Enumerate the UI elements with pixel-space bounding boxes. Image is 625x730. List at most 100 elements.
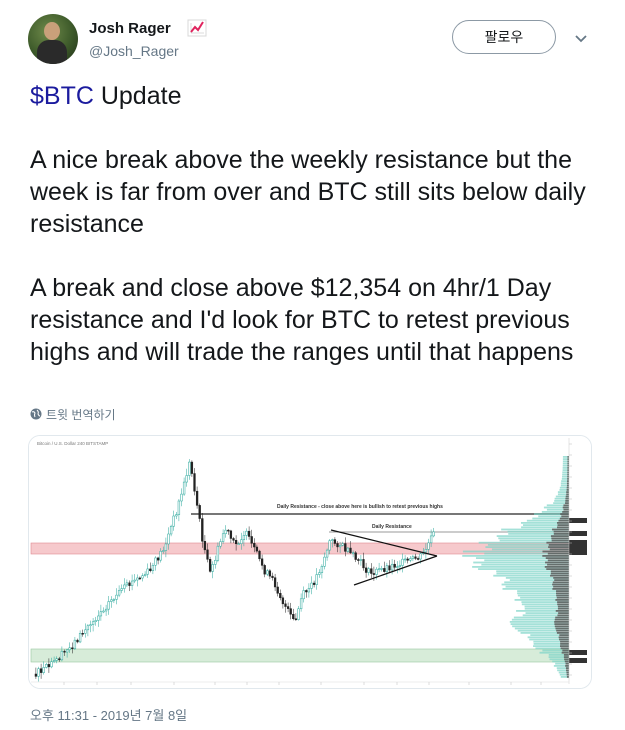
candle-body bbox=[362, 559, 365, 569]
candle-body bbox=[167, 533, 170, 545]
volume-profile-bar-dark bbox=[566, 671, 569, 674]
volume-profile-bar-dark bbox=[560, 645, 569, 647]
candle-body bbox=[102, 610, 105, 613]
candle-body bbox=[68, 647, 71, 651]
user-name[interactable]: Josh Rager bbox=[89, 20, 171, 37]
volume-profile-bar-dark bbox=[557, 603, 569, 606]
candle-body bbox=[299, 598, 303, 610]
candle-body bbox=[104, 608, 108, 612]
title-rest: Update bbox=[93, 82, 182, 110]
candle-body bbox=[224, 529, 227, 535]
candle-body bbox=[414, 556, 417, 559]
volume-profile-bar-dark bbox=[567, 473, 569, 476]
volume-profile-bar-dark bbox=[555, 610, 569, 612]
volume-profile-bar-dark bbox=[545, 561, 569, 564]
candle-body bbox=[156, 557, 160, 561]
volume-profile-bar-dark bbox=[558, 612, 569, 614]
candle-body bbox=[380, 568, 383, 570]
volume-profile-bar-dark bbox=[560, 513, 569, 515]
chart-image[interactable]: Bitcoin / U.S. Dollar 240 BITSTAMP Daily… bbox=[28, 435, 592, 689]
candle-body bbox=[162, 550, 165, 552]
candle-body bbox=[315, 574, 318, 585]
candle-body bbox=[97, 615, 100, 621]
chart-header: Bitcoin / U.S. Dollar 240 BITSTAMP bbox=[37, 441, 108, 446]
candle-body bbox=[86, 625, 90, 631]
candle-body bbox=[149, 568, 152, 572]
candle-body bbox=[115, 594, 118, 600]
candle-body bbox=[55, 658, 58, 661]
candle-body bbox=[47, 664, 51, 668]
candle-body bbox=[411, 556, 415, 559]
avatar[interactable] bbox=[28, 14, 78, 64]
candle-body bbox=[125, 582, 129, 586]
candle-body bbox=[281, 597, 285, 605]
candle-body bbox=[99, 611, 103, 617]
volume-profile-bar-dark bbox=[553, 577, 569, 579]
translate-tweet-link[interactable]: 트윗 번역하기 bbox=[30, 406, 116, 424]
volume-profile-bar-dark bbox=[550, 574, 569, 577]
candle-body bbox=[175, 514, 178, 517]
volume-profile-bar-dark bbox=[557, 605, 569, 608]
candle-body bbox=[39, 668, 43, 673]
volume-profile-bar-dark bbox=[556, 596, 569, 599]
candle-body bbox=[206, 549, 209, 560]
candle-body bbox=[367, 568, 370, 573]
follow-button[interactable]: 팔로우 bbox=[452, 20, 556, 54]
chevron-down-icon[interactable] bbox=[574, 34, 588, 44]
volume-profile-bar-dark bbox=[556, 592, 569, 595]
cashtag-link[interactable]: $BTC bbox=[30, 82, 94, 110]
candle-body bbox=[71, 647, 74, 650]
candle-body bbox=[169, 525, 173, 535]
candle-body bbox=[195, 490, 199, 506]
candle-body bbox=[65, 649, 69, 653]
candle-body bbox=[255, 546, 259, 552]
candle-body bbox=[216, 545, 220, 561]
volume-profile-bar-dark bbox=[550, 535, 569, 537]
volume-profile-bar-dark bbox=[549, 548, 569, 551]
candle-body bbox=[305, 590, 308, 593]
candle-body bbox=[42, 667, 45, 673]
candle-body bbox=[351, 552, 355, 554]
candle-body bbox=[338, 545, 342, 548]
volume-profile-bar-dark bbox=[552, 583, 569, 586]
candle-body bbox=[146, 568, 149, 575]
volume-profile-bar-dark bbox=[566, 489, 569, 491]
globe-icon bbox=[30, 408, 42, 420]
tweet-timestamp[interactable]: 오후 11:31 - 2019년 7월 8일 bbox=[30, 705, 187, 724]
volume-profile-bar-dark bbox=[563, 656, 569, 658]
price-axis-tag bbox=[569, 545, 587, 550]
candle-body bbox=[208, 559, 212, 572]
candle-body bbox=[320, 566, 324, 573]
candle-body bbox=[328, 540, 331, 551]
volume-profile-bar-dark bbox=[559, 638, 569, 641]
price-axis-tag bbox=[569, 650, 587, 655]
candle-body bbox=[203, 541, 207, 551]
volume-profile-bar-dark bbox=[556, 590, 569, 592]
volume-profile-bar-dark bbox=[566, 493, 569, 496]
volume-profile-bar-dark bbox=[552, 581, 569, 584]
volume-profile-bar-dark bbox=[566, 482, 569, 485]
candle-body bbox=[172, 515, 175, 527]
volume-profile-bar-dark bbox=[552, 528, 569, 531]
volume-profile-bar-dark bbox=[554, 618, 569, 621]
candle-body bbox=[37, 668, 40, 677]
candle-body bbox=[133, 579, 136, 582]
volume-profile-bar-dark bbox=[547, 552, 569, 555]
tweet-text: $BTC Update A nice break above the weekl… bbox=[30, 80, 600, 368]
volume-profile-bar-dark bbox=[555, 599, 569, 601]
user-handle[interactable]: @Josh_Rager bbox=[89, 43, 179, 59]
candle-body bbox=[188, 461, 191, 476]
tweet-paragraph-2: A break and close above $12,354 on 4hr/1… bbox=[30, 274, 574, 366]
volume-profile-bar-dark bbox=[556, 522, 569, 524]
candle-body bbox=[409, 558, 412, 561]
candle-body bbox=[76, 639, 79, 643]
candle-body bbox=[276, 586, 279, 594]
candle-body bbox=[211, 564, 214, 572]
volume-profile-bar-dark bbox=[561, 515, 569, 518]
candle-body bbox=[289, 608, 292, 615]
volume-profile-bar-dark bbox=[560, 643, 569, 645]
candle-body bbox=[34, 673, 38, 677]
volume-profile-bar-dark bbox=[554, 623, 569, 625]
candle-body bbox=[112, 599, 116, 601]
candle-body bbox=[84, 629, 87, 634]
